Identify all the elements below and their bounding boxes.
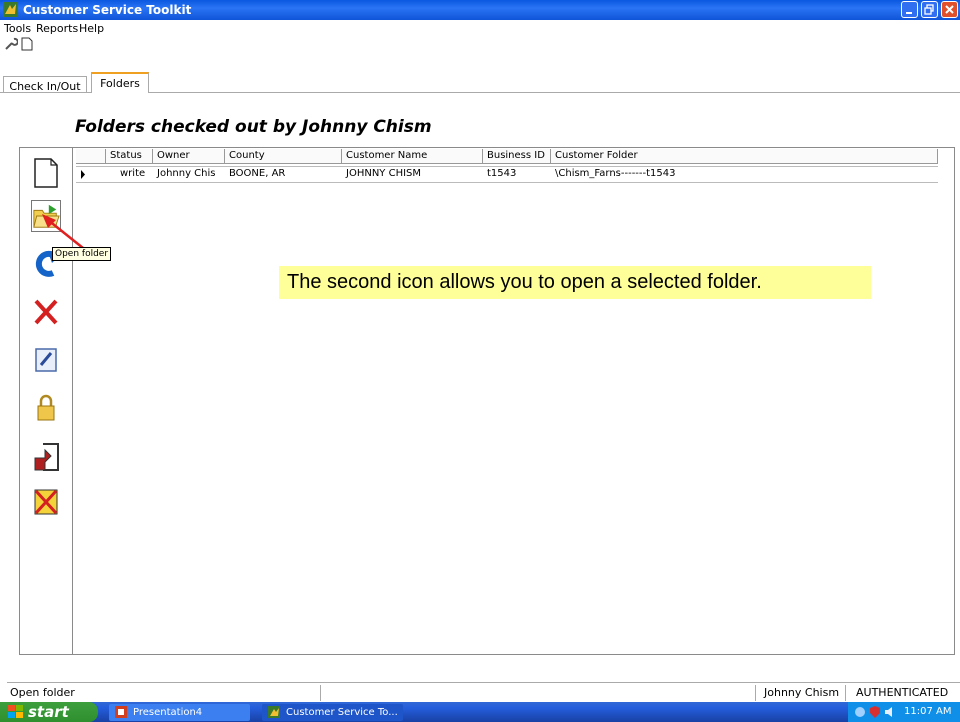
instruction-callout: The second icon allows you to open a sel…	[279, 266, 871, 299]
taskbar-item-label: Presentation4	[133, 707, 203, 718]
status-text: Open folder	[10, 686, 75, 699]
cell-business-id: t1543	[487, 168, 517, 179]
minimize-icon	[906, 12, 912, 14]
new-document-icon[interactable]	[21, 37, 33, 51]
tab-strip: Check In/Out Folders	[0, 72, 960, 93]
folders-panel	[19, 147, 955, 655]
tooltip: Open folder	[52, 247, 112, 261]
status-divider	[755, 685, 756, 701]
cell-customer-name: JOHNNY CHISM	[346, 168, 422, 179]
restore-button[interactable]	[921, 1, 938, 18]
tab-check-in-out[interactable]: Check In/Out	[3, 76, 87, 93]
column-header-county[interactable]: County	[225, 149, 342, 164]
taskbar-item-customer-service[interactable]: Customer Service To...	[262, 704, 403, 721]
checkin-icon[interactable]	[31, 440, 61, 472]
menu-tools[interactable]: Tools	[4, 22, 31, 35]
menu-help[interactable]: Help	[79, 22, 104, 35]
status-auth: AUTHENTICATED	[856, 686, 949, 699]
system-tray: 11:07 AM	[848, 702, 960, 722]
menu-bar: Tools Reports Help	[0, 20, 960, 36]
column-header-business-id[interactable]: Business ID	[483, 149, 551, 164]
minimize-button[interactable]	[901, 1, 918, 18]
cell-customer-folder: \Chism_Farns-------t1543	[555, 168, 676, 179]
edit-icon[interactable]	[31, 343, 61, 375]
status-bar: Open folder Johnny Chism AUTHENTICATED	[7, 682, 960, 703]
taskbar-item-presentation[interactable]: Presentation4	[109, 704, 250, 721]
start-label: start	[28, 703, 69, 721]
column-header-customer-folder[interactable]: Customer Folder	[551, 149, 938, 164]
delete-icon[interactable]	[31, 296, 61, 328]
status-user: Johnny Chism	[764, 686, 840, 699]
app-icon	[268, 706, 280, 718]
network-icon[interactable]	[854, 706, 866, 718]
column-header-owner[interactable]: Owner	[153, 149, 225, 164]
start-button[interactable]: start	[0, 702, 98, 722]
window-title: Customer Service Toolkit	[23, 3, 192, 17]
tab-folders[interactable]: Folders	[91, 72, 149, 93]
row-selector-icon	[81, 170, 85, 179]
powerpoint-icon	[115, 706, 127, 718]
table-row[interactable]: write Johnny Chis BOONE, AR JOHNNY CHISM…	[76, 166, 938, 183]
status-divider	[845, 685, 846, 701]
cell-status: write	[120, 168, 146, 179]
cell-county: BOONE, AR	[229, 168, 286, 179]
lock-icon[interactable]	[31, 392, 61, 424]
cell-owner: Johnny Chis	[157, 168, 216, 179]
cancel-icon[interactable]	[31, 486, 61, 518]
windows-logo-icon	[8, 705, 23, 718]
column-header-status[interactable]: Status	[106, 149, 153, 164]
volume-icon[interactable]	[884, 706, 896, 718]
menu-reports[interactable]: Reports	[36, 22, 78, 35]
toolbar	[0, 36, 960, 52]
wrench-icon[interactable]	[4, 37, 18, 51]
shield-icon[interactable]	[870, 706, 880, 718]
close-icon	[945, 5, 954, 14]
clock: 11:07 AM	[904, 706, 952, 717]
grid-corner	[76, 149, 106, 164]
restore-icon	[924, 4, 934, 15]
new-folder-icon[interactable]	[31, 157, 61, 189]
taskbar: start Presentation4 Customer Service To.…	[0, 702, 960, 722]
taskbar-item-label: Customer Service To...	[286, 707, 398, 718]
column-header-customer-name[interactable]: Customer Name	[342, 149, 483, 164]
status-divider	[320, 685, 321, 701]
app-icon	[3, 2, 18, 17]
close-button[interactable]	[941, 1, 958, 18]
title-bar: Customer Service Toolkit	[0, 0, 960, 20]
page-title: Folders checked out by Johnny Chism	[75, 117, 432, 137]
